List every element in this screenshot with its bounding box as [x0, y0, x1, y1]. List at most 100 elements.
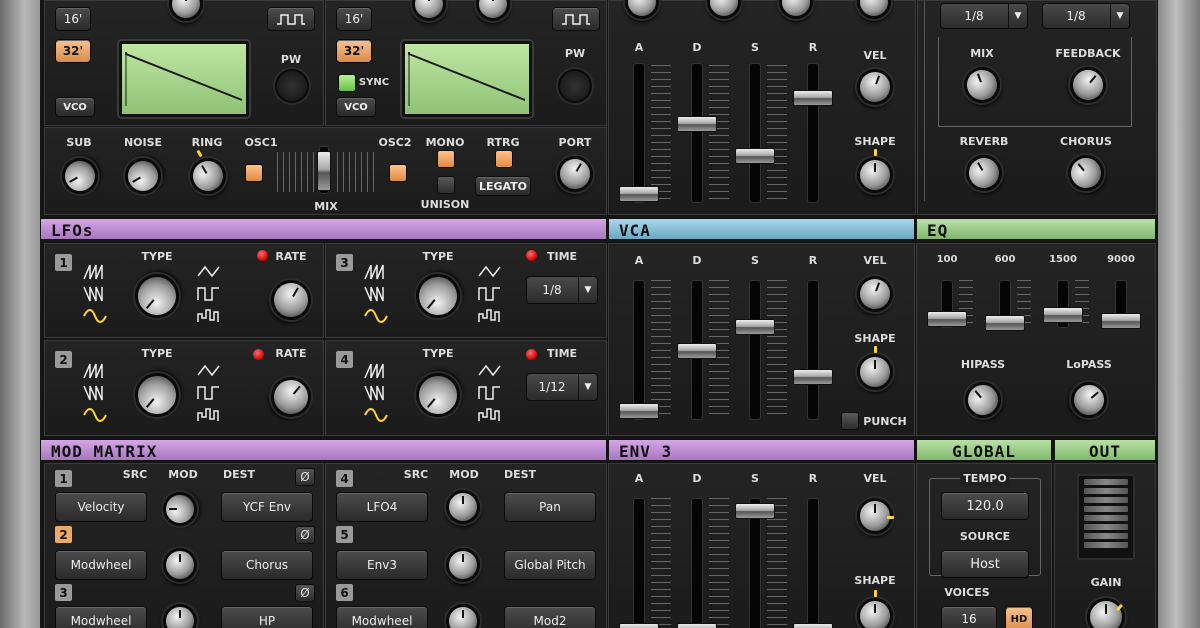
lfo1-rate-knob[interactable] [263, 272, 319, 328]
osc2-mix-toggle[interactable] [389, 164, 407, 182]
gain-knob[interactable] [1087, 598, 1125, 628]
lfo3-led [526, 250, 537, 261]
mod-slot3-src[interactable]: Modwheel [55, 606, 147, 628]
osc2-oct-16-button[interactable]: 16' [336, 7, 372, 31]
vca-a-fader[interactable] [619, 280, 659, 420]
punch-toggle[interactable] [841, 412, 859, 430]
mod-slot3-dest[interactable]: HP [221, 606, 313, 628]
env-r-fader[interactable] [793, 63, 833, 203]
mix-fader[interactable] [317, 146, 331, 194]
fx-chorus-knob[interactable] [1060, 147, 1112, 199]
mod-slot6-amount-knob[interactable] [446, 604, 480, 628]
osc1-top-knob[interactable] [169, 0, 203, 21]
mod-slot3-number: 3 [55, 584, 72, 601]
delay-left-time-dropdown[interactable]: 1/8 ▼ [940, 3, 1028, 29]
vca-r-fader[interactable] [793, 280, 833, 420]
env3-s-fader[interactable] [735, 498, 775, 628]
port-knob[interactable] [550, 149, 600, 199]
eq-band4-fader[interactable] [1101, 280, 1141, 329]
mod-slot5-src[interactable]: Env3 [336, 550, 428, 580]
eq-band3-fader[interactable] [1043, 280, 1083, 328]
mod-slot1-dest[interactable]: YCF Env [221, 492, 313, 522]
osc1-waveform-select-button[interactable] [267, 7, 315, 31]
legato-button[interactable]: LEGATO [475, 176, 531, 196]
env3-d-fader[interactable] [677, 498, 717, 628]
voices-field[interactable]: 16 [941, 606, 997, 628]
lfo4-type-knob[interactable] [407, 364, 469, 426]
env-a-fader[interactable] [619, 63, 659, 203]
noise-knob[interactable] [118, 151, 168, 201]
mod-slot3-amount-knob[interactable] [163, 604, 197, 628]
mod-slot3-null-button[interactable]: Ø [295, 584, 315, 602]
vca-s-fader[interactable] [735, 280, 775, 420]
env-top-knob-2[interactable] [707, 0, 741, 19]
osc2-oct-32-button[interactable]: 32' [336, 39, 372, 63]
vca-vel-knob[interactable] [851, 270, 899, 318]
sub-knob[interactable] [55, 151, 105, 201]
lopass-knob[interactable] [1063, 374, 1115, 426]
lfo4-time-dropdown[interactable]: 1/12 ▼ [526, 373, 598, 401]
mod-slot2-amount-knob[interactable] [163, 548, 197, 582]
vca-d-fader[interactable] [677, 280, 717, 420]
lfo3-time-dropdown[interactable]: 1/8 ▼ [526, 276, 598, 304]
mod-slot2-src[interactable]: Modwheel [55, 550, 147, 580]
env-shape-knob[interactable] [857, 157, 893, 193]
lfo3-type-label: TYPE [422, 250, 454, 263]
mod-slot4-src[interactable]: LFO4 [336, 492, 428, 522]
osc2-vco-button[interactable]: VCO [336, 97, 376, 117]
mod-src-label-2: SRC [403, 468, 429, 481]
source-label: SOURCE [959, 530, 1011, 543]
vca-shape-knob[interactable] [857, 354, 893, 390]
mod-slot2-dest[interactable]: Chorus [221, 550, 313, 580]
mod-slot4-amount-knob[interactable] [446, 490, 480, 524]
osc2-top-knob-1[interactable] [412, 0, 446, 21]
hipass-knob[interactable] [957, 374, 1009, 426]
mod-slot6-src[interactable]: Modwheel [336, 606, 428, 628]
mod-slot5-amount-knob[interactable] [446, 548, 480, 582]
env-top-knob-4[interactable] [857, 0, 891, 19]
delay-right-time-dropdown[interactable]: 1/8 ▼ [1042, 3, 1130, 29]
mod-slot1-number: 1 [55, 470, 72, 487]
osc1-vco-button[interactable]: VCO [55, 97, 95, 117]
mod-slot1-src[interactable]: Velocity [55, 492, 147, 522]
env-vel-knob[interactable] [851, 63, 899, 111]
lfo2-rate-knob[interactable] [262, 368, 320, 426]
env-s-fader[interactable] [735, 63, 775, 203]
rtrg-toggle[interactable] [495, 150, 513, 168]
fx-left-rail [924, 1, 925, 201]
env3-r-fader[interactable] [793, 498, 833, 628]
env3-shape-knob[interactable] [857, 598, 893, 628]
osc2-waveform-select-button[interactable] [552, 7, 600, 31]
eq-band2-fader[interactable] [985, 280, 1025, 331]
env-top-knob-3[interactable] [779, 0, 813, 19]
osc2-top-knob-2[interactable] [476, 0, 510, 21]
osc1-mix-toggle[interactable] [245, 164, 263, 182]
env3-a-fader[interactable] [619, 498, 659, 628]
unison-toggle[interactable] [437, 176, 455, 194]
osc1-oct-32-button[interactable]: 32' [55, 39, 91, 63]
lfo1-type-knob[interactable] [126, 265, 188, 327]
triangle-wave-icon [197, 264, 221, 280]
vca-a-label: A [634, 254, 644, 267]
mono-toggle[interactable] [437, 150, 455, 168]
mod-slot5-dest[interactable]: Global Pitch [504, 550, 596, 580]
osc2-pw-knob[interactable] [558, 69, 592, 103]
osc2-sync-toggle[interactable] [338, 74, 356, 92]
env-top-knob-1[interactable] [625, 0, 659, 19]
eq-band1-fader[interactable] [927, 280, 967, 328]
mod-slot1-amount-knob[interactable] [163, 492, 197, 526]
fx-reverb-knob[interactable] [959, 148, 1009, 198]
osc1-pw-knob[interactable] [275, 69, 309, 103]
mod-slot6-dest[interactable]: Mod2 [504, 606, 596, 628]
lfo3-type-knob[interactable] [407, 265, 469, 327]
ring-knob[interactable] [183, 151, 233, 201]
source-button[interactable]: Host [941, 550, 1029, 578]
tempo-value-field[interactable]: 120.0 [941, 492, 1029, 520]
env-d-fader[interactable] [677, 63, 717, 203]
osc1-oct-16-button[interactable]: 16' [55, 7, 91, 31]
mod-slot1-null-button[interactable]: Ø [295, 468, 315, 486]
hd-toggle[interactable]: HD [1005, 606, 1033, 628]
lfo2-type-knob[interactable] [126, 364, 188, 426]
mod-slot4-dest[interactable]: Pan [504, 492, 596, 522]
mod-slot2-null-button[interactable]: Ø [295, 526, 315, 544]
